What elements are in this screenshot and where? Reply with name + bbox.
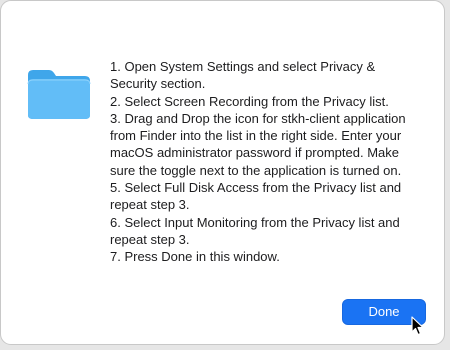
- instruction-step: 3. Drag and Drop the icon for stkh-clien…: [110, 110, 406, 178]
- instruction-step: 5. Select Full Disk Access from the Priv…: [110, 180, 402, 213]
- folder-icon: [27, 70, 91, 119]
- instruction-step: 7. Press Done in this window.: [110, 249, 280, 265]
- arrow-cursor-icon: [411, 316, 424, 336]
- permissions-dialog: 1. Open System Settings and select Priva…: [0, 0, 445, 345]
- instruction-step: 1. Open System Settings and select Priva…: [110, 59, 376, 92]
- instruction-step: 6. Select Input Monitoring from the Priv…: [110, 214, 400, 247]
- instructions-list: 1. Open System Settings and select Priva…: [110, 58, 420, 266]
- instruction-step: 2. Select Screen Recording from the Priv…: [110, 93, 389, 109]
